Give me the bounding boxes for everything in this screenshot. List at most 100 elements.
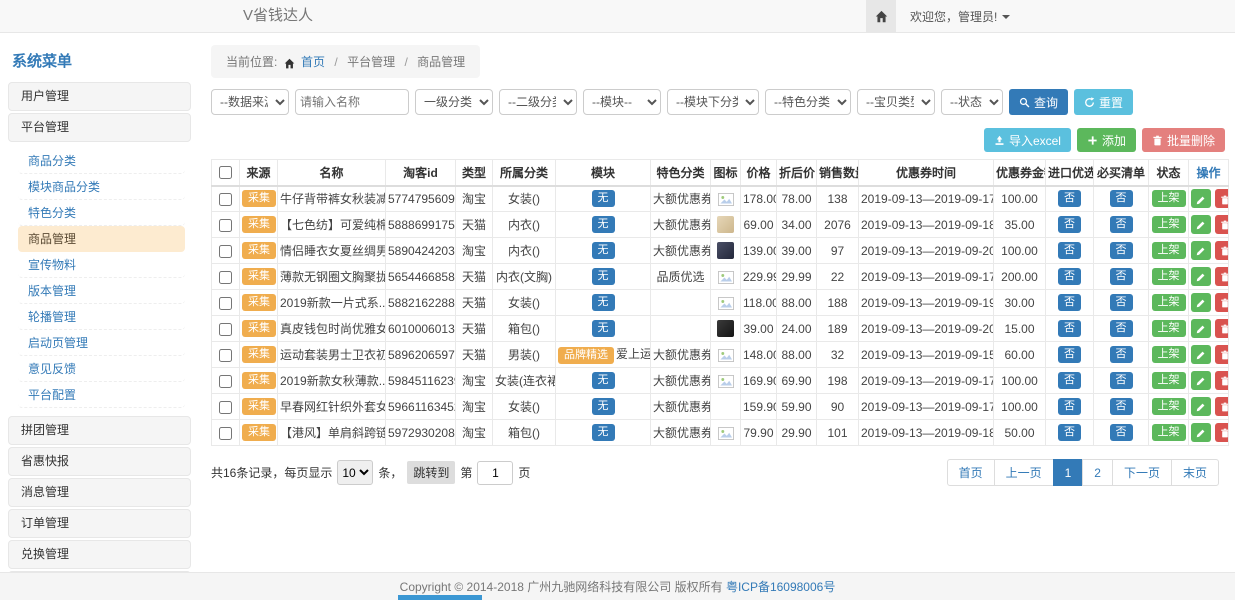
user-menu[interactable]: 欢迎您，管理员! xyxy=(910,8,1010,25)
module-badge[interactable]: 无 xyxy=(592,372,615,389)
sidebar-group-兑换管理[interactable]: 兑换管理 xyxy=(8,540,191,569)
filter-select-6[interactable]: --特色分类-- xyxy=(765,89,851,115)
sidebar-item-轮播管理[interactable]: 轮播管理 xyxy=(18,304,185,330)
page-button-1[interactable]: 1 xyxy=(1053,459,1084,486)
module-badge[interactable]: 无 xyxy=(592,424,615,441)
home-button[interactable] xyxy=(866,0,896,32)
sidebar-item-商品管理[interactable]: 商品管理 xyxy=(18,226,185,252)
batch-delete-button[interactable]: 批量删除 xyxy=(1142,128,1225,152)
delete-button[interactable] xyxy=(1215,371,1229,390)
icp-link[interactable]: 粤ICP备16098006号 xyxy=(726,578,835,595)
import-excel-button[interactable]: 导入excel xyxy=(984,128,1071,152)
row-checkbox[interactable] xyxy=(219,349,232,362)
sidebar-item-意见反馈[interactable]: 意见反馈 xyxy=(18,356,185,382)
status-toggle[interactable]: 上架 xyxy=(1152,372,1186,389)
import-select-toggle[interactable]: 否 xyxy=(1058,346,1081,363)
sidebar-group-省惠快报[interactable]: 省惠快报 xyxy=(8,447,191,476)
sidebar-item-版本管理[interactable]: 版本管理 xyxy=(18,278,185,304)
module-badge[interactable]: 无 xyxy=(592,216,615,233)
module-badge[interactable]: 无 xyxy=(592,294,615,311)
module-badge[interactable]: 无 xyxy=(592,398,615,415)
status-toggle[interactable]: 上架 xyxy=(1152,320,1186,337)
sidebar-item-商品分类[interactable]: 商品分类 xyxy=(18,148,185,174)
sidebar-item-宣传物料[interactable]: 宣传物料 xyxy=(18,252,185,278)
must-buy-toggle[interactable]: 否 xyxy=(1110,268,1133,285)
import-select-toggle[interactable]: 否 xyxy=(1058,294,1081,311)
sidebar-item-模块商品分类[interactable]: 模块商品分类 xyxy=(18,174,185,200)
delete-button[interactable] xyxy=(1215,241,1229,260)
edit-button[interactable] xyxy=(1191,371,1211,390)
select-all-checkbox[interactable] xyxy=(219,166,232,179)
filter-select-0[interactable]: --数据来源-- xyxy=(211,89,289,115)
filter-select-7[interactable]: --宝贝类型-- xyxy=(857,89,935,115)
status-toggle[interactable]: 上架 xyxy=(1152,294,1186,311)
filter-select-5[interactable]: --模块下分类-- xyxy=(667,89,759,115)
import-select-toggle[interactable]: 否 xyxy=(1058,372,1081,389)
page-button-首页[interactable]: 首页 xyxy=(947,459,995,486)
import-select-toggle[interactable]: 否 xyxy=(1058,320,1081,337)
delete-button[interactable] xyxy=(1215,267,1229,286)
delete-button[interactable] xyxy=(1215,423,1229,442)
page-button-末页[interactable]: 末页 xyxy=(1171,459,1219,486)
edit-button[interactable] xyxy=(1191,319,1211,338)
status-toggle[interactable]: 上架 xyxy=(1152,424,1186,441)
status-toggle[interactable]: 上架 xyxy=(1152,216,1186,233)
row-checkbox[interactable] xyxy=(219,271,232,284)
delete-button[interactable] xyxy=(1215,293,1229,312)
must-buy-toggle[interactable]: 否 xyxy=(1110,242,1133,259)
must-buy-toggle[interactable]: 否 xyxy=(1110,346,1133,363)
edit-button[interactable] xyxy=(1191,293,1211,312)
filter-select-4[interactable]: --模块-- xyxy=(583,89,661,115)
sidebar-item-平台配置[interactable]: 平台配置 xyxy=(18,382,185,408)
status-toggle[interactable]: 上架 xyxy=(1152,190,1186,207)
status-toggle[interactable]: 上架 xyxy=(1152,346,1186,363)
page-button-下一页[interactable]: 下一页 xyxy=(1112,459,1172,486)
delete-button[interactable] xyxy=(1215,345,1229,364)
row-checkbox[interactable] xyxy=(219,219,232,232)
edit-button[interactable] xyxy=(1191,189,1211,208)
sidebar-group-平台管理[interactable]: 平台管理 xyxy=(8,113,191,142)
must-buy-toggle[interactable]: 否 xyxy=(1110,372,1133,389)
edit-button[interactable] xyxy=(1191,241,1211,260)
import-select-toggle[interactable]: 否 xyxy=(1058,398,1081,415)
must-buy-toggle[interactable]: 否 xyxy=(1110,398,1133,415)
search-button[interactable]: 查询 xyxy=(1009,89,1068,115)
page-number-input[interactable] xyxy=(477,461,513,485)
add-button[interactable]: 添加 xyxy=(1077,128,1136,152)
status-toggle[interactable]: 上架 xyxy=(1152,242,1186,259)
reset-button[interactable]: 重置 xyxy=(1074,89,1133,115)
must-buy-toggle[interactable]: 否 xyxy=(1110,190,1133,207)
delete-button[interactable] xyxy=(1215,215,1229,234)
edit-button[interactable] xyxy=(1191,345,1211,364)
edit-button[interactable] xyxy=(1191,215,1211,234)
module-badge[interactable]: 无 xyxy=(592,320,615,337)
name-search-input[interactable] xyxy=(295,89,409,115)
module-badge[interactable]: 无 xyxy=(592,268,615,285)
row-checkbox[interactable] xyxy=(219,401,232,414)
sidebar-group-消息管理[interactable]: 消息管理 xyxy=(8,478,191,507)
filter-select-2[interactable]: 一级分类 xyxy=(415,89,493,115)
row-checkbox[interactable] xyxy=(219,427,232,440)
module-badge[interactable]: 无 xyxy=(592,190,615,207)
per-page-select[interactable]: 10 xyxy=(337,460,373,485)
sidebar-item-特色分类[interactable]: 特色分类 xyxy=(18,200,185,226)
breadcrumb-home-link[interactable]: 首页 xyxy=(301,55,325,69)
delete-button[interactable] xyxy=(1215,319,1229,338)
must-buy-toggle[interactable]: 否 xyxy=(1110,320,1133,337)
row-checkbox[interactable] xyxy=(219,375,232,388)
filter-select-8[interactable]: --状态-- xyxy=(941,89,1003,115)
sidebar-item-启动页管理[interactable]: 启动页管理 xyxy=(18,330,185,356)
page-button-2[interactable]: 2 xyxy=(1082,459,1113,486)
sidebar-group-用户管理[interactable]: 用户管理 xyxy=(8,82,191,111)
import-select-toggle[interactable]: 否 xyxy=(1058,190,1081,207)
sidebar-group-拼团管理[interactable]: 拼团管理 xyxy=(8,416,191,445)
row-checkbox[interactable] xyxy=(219,297,232,310)
must-buy-toggle[interactable]: 否 xyxy=(1110,294,1133,311)
row-checkbox[interactable] xyxy=(219,245,232,258)
import-select-toggle[interactable]: 否 xyxy=(1058,216,1081,233)
module-badge[interactable]: 品牌精选 xyxy=(558,347,614,364)
edit-button[interactable] xyxy=(1191,423,1211,442)
jump-to-button[interactable]: 跳转到 xyxy=(407,461,455,484)
status-toggle[interactable]: 上架 xyxy=(1152,398,1186,415)
edit-button[interactable] xyxy=(1191,267,1211,286)
